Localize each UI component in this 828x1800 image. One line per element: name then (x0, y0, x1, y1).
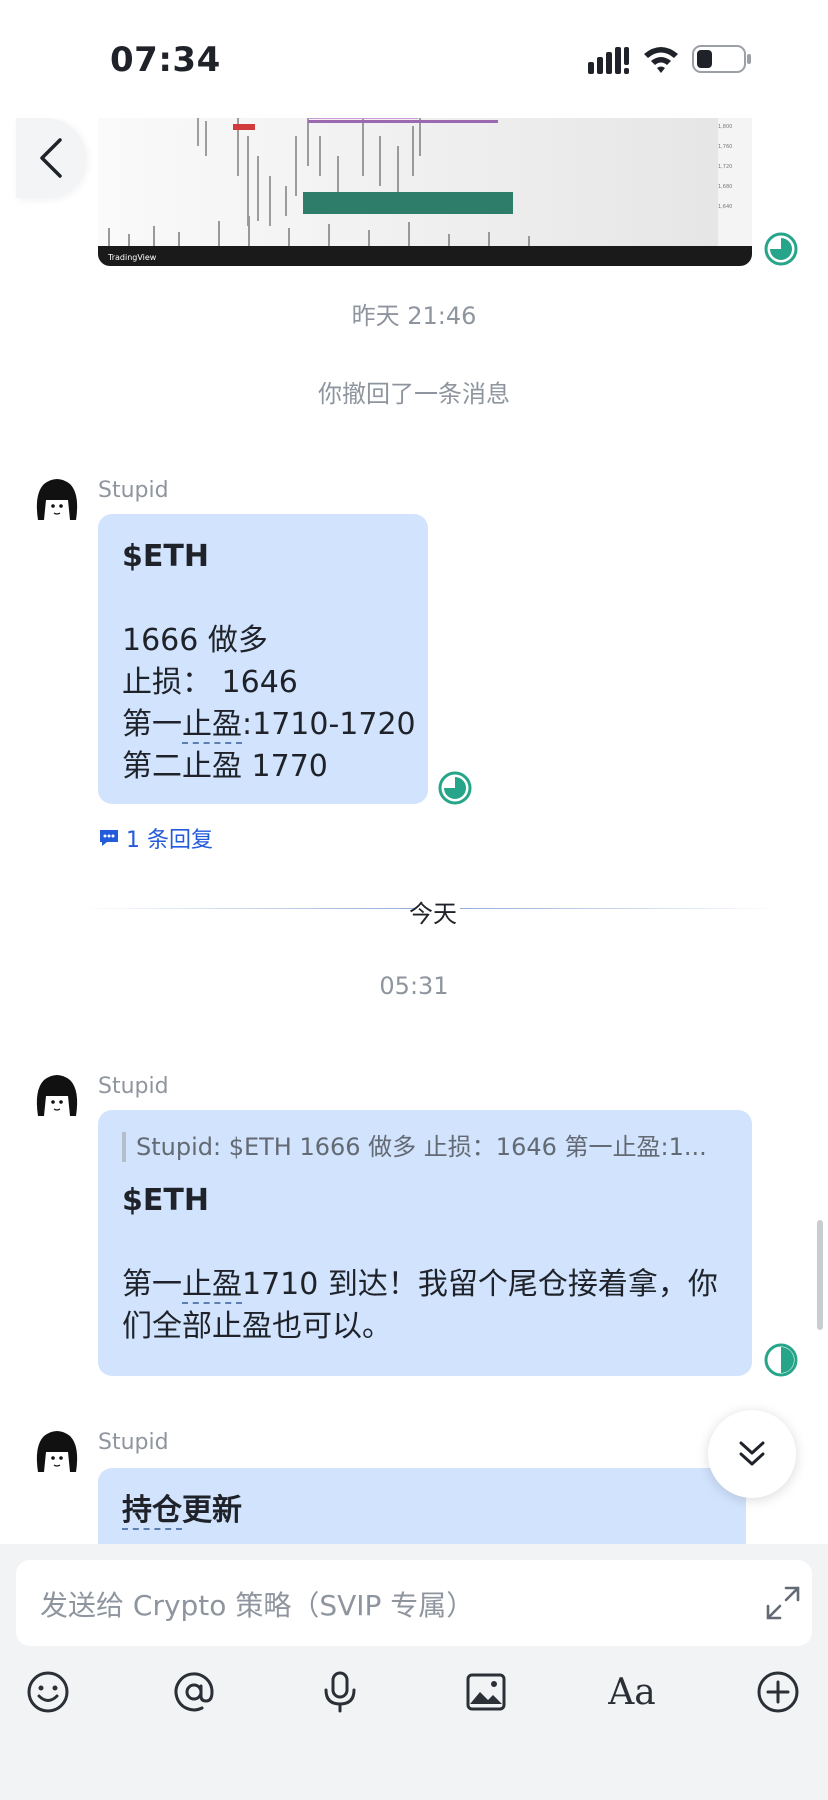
wifi-icon (644, 47, 678, 73)
sender-name: Stupid (98, 1430, 169, 1455)
quoted-message[interactable]: Stupid: $ETH 1666 做多 止损：1646 第一止盈:1... (122, 1132, 728, 1162)
emoji-button[interactable] (24, 1668, 72, 1716)
svg-text:1,640: 1,640 (718, 204, 732, 210)
add-icon (757, 1671, 799, 1713)
read-receipt-icon (438, 771, 472, 805)
svg-text:1,800: 1,800 (718, 124, 732, 130)
image-icon (466, 1673, 506, 1711)
svg-text:1,680: 1,680 (718, 184, 732, 190)
message-line: 第一止盈:1710-1720 (122, 707, 416, 744)
read-receipt-icon (764, 1343, 798, 1377)
sender-name: Stupid (98, 1074, 169, 1099)
message-title: 持仓更新 (122, 1493, 242, 1530)
chevron-left-icon (40, 138, 62, 178)
thread-reply-link[interactable]: 1 条回复 (98, 822, 213, 854)
message-line: 1666 做多 (122, 623, 268, 658)
emoji-icon (27, 1671, 69, 1713)
battery-icon (692, 45, 751, 73)
mention-icon (174, 1672, 214, 1712)
message-reply-icon (100, 830, 118, 846)
date-divider-label: 今天 (409, 900, 457, 928)
chart-image[interactable]: TradingView 1,800 1,760 1,720 1,680 1,640 (98, 116, 752, 266)
chart-watermark: TradingView (107, 253, 157, 262)
image-button[interactable] (462, 1668, 510, 1716)
message-title: $ETH (122, 539, 209, 574)
message-bubble[interactable]: $ETH 1666 做多 止损： 1646 第一止盈:1710-1720 第二止… (98, 514, 428, 804)
reply-count: 1 条回复 (126, 828, 213, 853)
read-receipt-icon (764, 232, 798, 266)
add-button[interactable] (754, 1668, 802, 1716)
timestamp-yesterday: 昨天 21:46 (351, 302, 477, 330)
recall-notice: 你撤回了一条消息 (318, 380, 510, 408)
svg-text:1,760: 1,760 (718, 144, 732, 150)
status-time: 07:34 (110, 40, 221, 80)
signal-icon (588, 47, 629, 74)
text-format-button[interactable]: Aa (608, 1668, 656, 1716)
avatar[interactable] (30, 1070, 84, 1124)
message-line: 第一止盈1710 到达！我留个尾仓接着拿，你 (122, 1267, 718, 1304)
message-composer: 发送给 Crypto 策略（SVIP 专属） Aa (0, 1544, 828, 1800)
message-line: 们全部止盈也可以。 (122, 1309, 392, 1344)
message-input[interactable]: 发送给 Crypto 策略（SVIP 专属） (16, 1560, 812, 1646)
sender-name: Stupid (98, 478, 169, 503)
double-chevron-down-icon (739, 1441, 765, 1466)
expand-icon[interactable] (764, 1584, 802, 1622)
text-format-icon: Aa (608, 1671, 656, 1713)
trading-chart-picture: TradingView 1,800 1,760 1,720 1,680 1,640 (98, 116, 752, 266)
back-button[interactable] (16, 118, 86, 198)
voice-button[interactable] (316, 1668, 364, 1716)
scroll-to-bottom-button[interactable] (708, 1410, 796, 1498)
scrollbar[interactable] (817, 1220, 823, 1330)
message-line: 第二止盈 1770 (122, 749, 328, 784)
mention-button[interactable] (170, 1668, 218, 1716)
message-bubble[interactable]: Stupid: $ETH 1666 做多 止损：1646 第一止盈:1... $… (98, 1110, 752, 1376)
message-line: 止损： 1646 (122, 665, 298, 700)
message-title: $ETH (122, 1183, 209, 1218)
timestamp-today: 05:31 (379, 972, 449, 1000)
date-divider: 今天 (50, 894, 790, 928)
svg-text:1,720: 1,720 (718, 164, 732, 170)
avatar[interactable] (30, 474, 84, 528)
microphone-icon (324, 1671, 356, 1713)
status-bar: 07:34 (0, 0, 828, 118)
message-input-placeholder: 发送给 Crypto 策略（SVIP 专属） (40, 1589, 475, 1622)
avatar[interactable] (30, 1426, 84, 1480)
